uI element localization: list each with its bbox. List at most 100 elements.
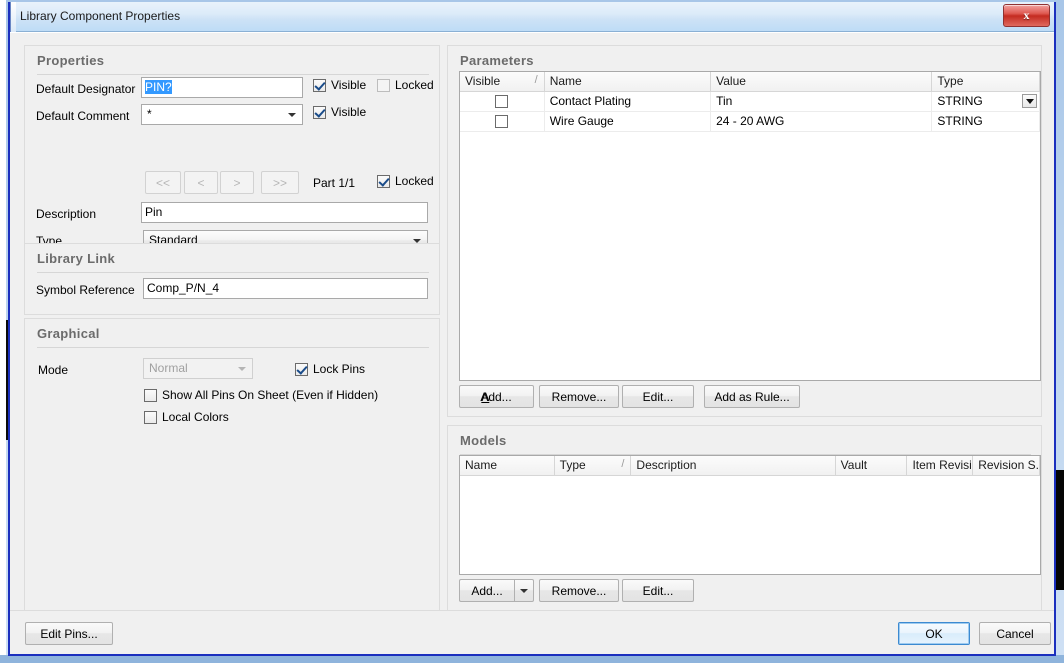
- models-col-type[interactable]: Type /: [555, 456, 632, 475]
- parameters-cell-name[interactable]: Contact Plating: [545, 92, 711, 111]
- cancel-button[interactable]: Cancel: [979, 622, 1051, 645]
- parameters-col-visible-label: Visible: [465, 74, 500, 88]
- graphical-group-divider: [37, 347, 429, 348]
- parameters-cell-value[interactable]: 24 - 20 AWG: [711, 112, 932, 131]
- checkbox-box: [144, 389, 157, 402]
- table-row[interactable]: Contact Plating Tin STRING: [460, 92, 1040, 112]
- parameters-cell-type[interactable]: STRING: [932, 112, 1040, 131]
- title-bar-left-cap: [10, 2, 16, 32]
- chevron-down-icon[interactable]: [1022, 94, 1037, 108]
- local-colors-checkbox[interactable]: Local Colors: [144, 410, 229, 424]
- models-edit-button[interactable]: Edit...: [622, 579, 694, 602]
- parameters-table-header: Visible / Name Value Type: [460, 72, 1040, 92]
- part-next-button[interactable]: >: [220, 171, 254, 194]
- models-col-item-revision[interactable]: Item Revisi...: [907, 456, 973, 475]
- parameters-col-type[interactable]: Type: [932, 72, 1040, 91]
- lock-pins-label: Lock Pins: [313, 362, 365, 376]
- dialog-footer: Edit Pins... OK Cancel: [10, 610, 1054, 654]
- parameters-cell-type[interactable]: STRING: [932, 92, 1040, 111]
- close-icon[interactable]: x: [1003, 4, 1050, 27]
- designator-locked-checkbox[interactable]: Locked: [377, 78, 434, 92]
- default-designator-input[interactable]: PIN?: [141, 77, 303, 98]
- title-bar[interactable]: Library Component Properties x: [10, 2, 1054, 32]
- parameters-cell-name[interactable]: Wire Gauge: [545, 112, 711, 131]
- checkbox-box: [313, 79, 326, 92]
- sort-indicator-icon: /: [621, 458, 624, 470]
- parameters-cell-value[interactable]: Tin: [711, 92, 932, 111]
- row-visible-checkbox[interactable]: [495, 95, 508, 108]
- parameters-remove-button[interactable]: Remove...: [539, 385, 619, 408]
- symbol-reference-input[interactable]: Comp_P/N_4: [143, 278, 428, 299]
- dialog-client-area: Properties Default Designator PIN? Visib…: [10, 32, 1054, 654]
- models-table[interactable]: Name Type / Description Vault Item Revis…: [459, 455, 1041, 575]
- table-row[interactable]: Wire Gauge 24 - 20 AWG STRING: [460, 112, 1040, 132]
- default-comment-combobox[interactable]: *: [141, 104, 303, 125]
- mode-combobox[interactable]: Normal: [143, 358, 253, 379]
- description-input[interactable]: Pin: [141, 202, 428, 223]
- library-link-group-title: Library Link: [37, 251, 115, 266]
- models-add-split-button[interactable]: Add...: [459, 579, 534, 602]
- parameters-cell-visible[interactable]: [460, 112, 545, 131]
- parameters-table[interactable]: Visible / Name Value Type Contact Platin…: [459, 71, 1041, 381]
- ok-button[interactable]: OK: [898, 622, 970, 645]
- part-prev-button[interactable]: <: [184, 171, 218, 194]
- symbol-reference-value: Comp_P/N_4: [147, 281, 219, 295]
- parameters-col-name[interactable]: Name: [545, 72, 711, 91]
- part-last-button[interactable]: >>: [261, 171, 299, 194]
- symbol-reference-label: Symbol Reference: [36, 283, 135, 297]
- parameters-group-title: Parameters: [460, 53, 534, 68]
- parameters-col-visible[interactable]: Visible /: [460, 72, 545, 91]
- models-add-button[interactable]: Add...: [459, 579, 514, 602]
- parameters-cell-type-text: STRING: [937, 94, 982, 108]
- models-col-name[interactable]: Name: [460, 456, 555, 475]
- checkbox-box: [144, 411, 157, 424]
- checkbox-box: [377, 79, 390, 92]
- parameters-add-button[interactable]: AAdd...: [459, 385, 534, 408]
- parameters-cell-visible[interactable]: [460, 92, 545, 111]
- properties-group-title: Properties: [37, 53, 104, 68]
- checkbox-box: [295, 363, 308, 376]
- default-comment-label: Default Comment: [36, 109, 129, 123]
- local-colors-label: Local Colors: [162, 410, 229, 424]
- part-first-button[interactable]: <<: [145, 171, 181, 194]
- row-visible-checkbox[interactable]: [495, 115, 508, 128]
- parameters-edit-button[interactable]: Edit...: [622, 385, 694, 408]
- default-designator-value: PIN?: [145, 80, 172, 94]
- models-col-type-label: Type: [560, 458, 586, 472]
- models-col-description[interactable]: Description: [631, 456, 835, 475]
- models-remove-button[interactable]: Remove...: [539, 579, 619, 602]
- show-all-pins-checkbox[interactable]: Show All Pins On Sheet (Even if Hidden): [144, 388, 378, 402]
- library-link-group-divider: [37, 272, 429, 273]
- mode-value: Normal: [149, 361, 188, 375]
- comment-visible-checkbox[interactable]: Visible: [313, 105, 366, 119]
- sort-indicator-icon: /: [535, 74, 538, 86]
- designator-visible-label: Visible: [331, 78, 366, 92]
- graphical-group-title: Graphical: [37, 326, 100, 341]
- window-title: Library Component Properties: [20, 9, 180, 23]
- designator-visible-checkbox[interactable]: Visible: [313, 78, 366, 92]
- lock-pins-checkbox[interactable]: Lock Pins: [295, 362, 365, 376]
- parameters-add-label: Add...: [480, 390, 511, 404]
- description-label: Description: [36, 207, 96, 221]
- parameters-col-value[interactable]: Value: [711, 72, 932, 91]
- backdrop-bottom-strip: [0, 655, 1064, 663]
- chevron-down-icon: [288, 113, 296, 117]
- edit-pins-button[interactable]: Edit Pins...: [25, 622, 113, 645]
- part-locked-label: Locked: [395, 174, 434, 188]
- part-locked-checkbox[interactable]: Locked: [377, 174, 434, 188]
- models-col-revision-status[interactable]: Revision S...: [973, 456, 1040, 475]
- models-group-title: Models: [460, 433, 507, 448]
- models-col-vault[interactable]: Vault: [836, 456, 908, 475]
- chevron-down-icon: [238, 367, 246, 371]
- models-table-header: Name Type / Description Vault Item Revis…: [460, 456, 1040, 476]
- checkbox-box: [377, 175, 390, 188]
- checkbox-box: [313, 106, 326, 119]
- default-comment-value: *: [147, 107, 152, 121]
- chevron-down-icon[interactable]: [514, 579, 534, 602]
- mode-label: Mode: [38, 363, 68, 377]
- library-component-properties-window: Library Component Properties x Propertie…: [8, 2, 1056, 656]
- default-designator-label: Default Designator: [36, 82, 135, 96]
- comment-visible-label: Visible: [331, 105, 366, 119]
- show-all-pins-label: Show All Pins On Sheet (Even if Hidden): [162, 388, 378, 402]
- parameters-add-as-rule-button[interactable]: Add as Rule...: [704, 385, 800, 408]
